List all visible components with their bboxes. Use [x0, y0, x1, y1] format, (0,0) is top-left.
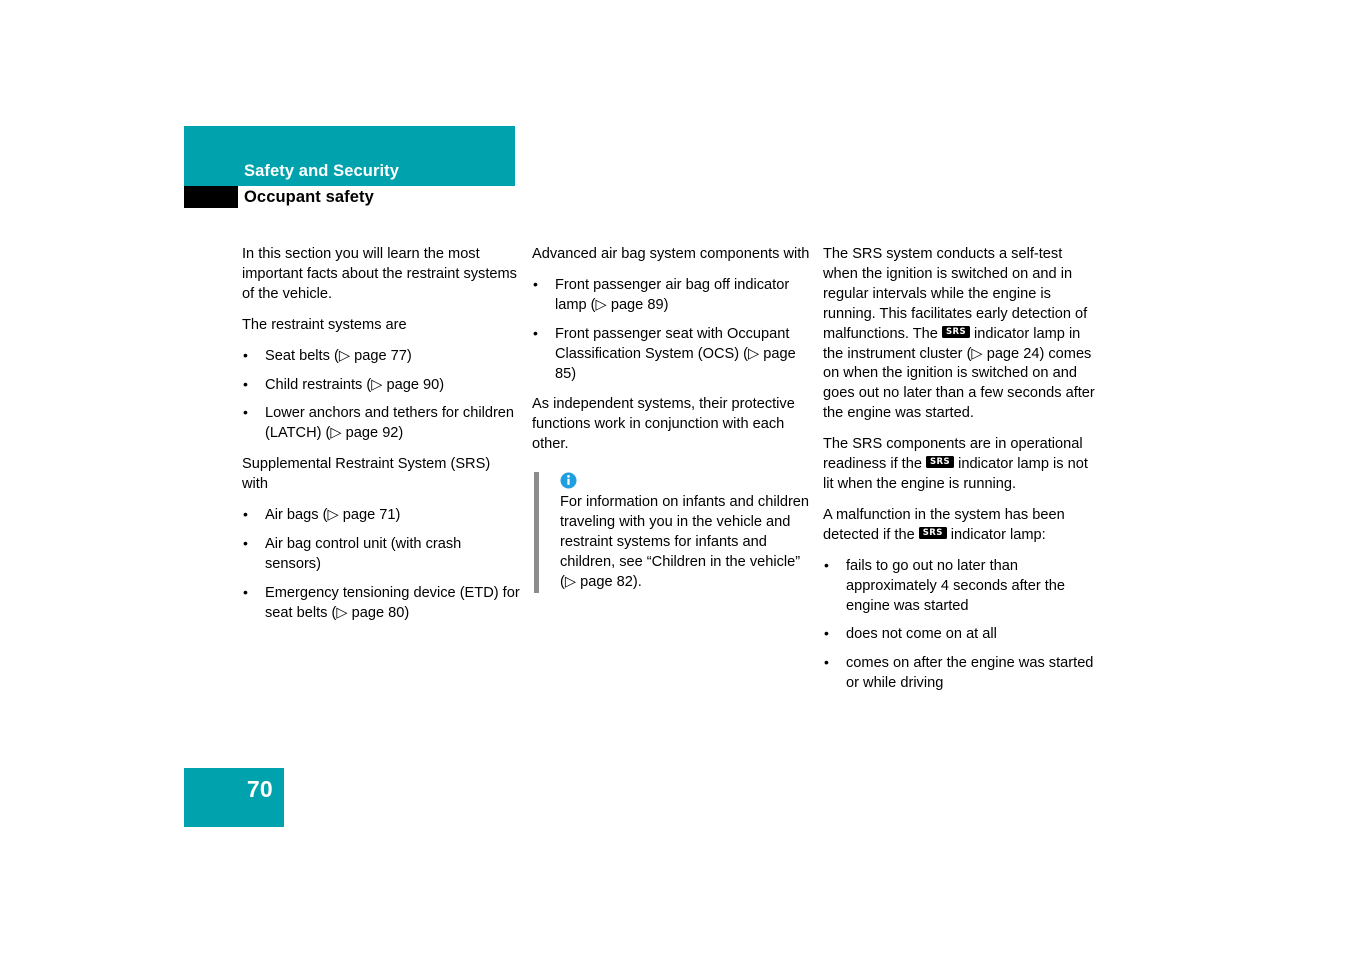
srs-readiness-paragraph: The SRS components are in operational re…	[823, 435, 1101, 495]
srs-malfunction-paragraph: A malfunction in the system has been det…	[823, 506, 1101, 546]
restraint-systems-lead: The restraint systems are	[242, 316, 407, 333]
list-item: does not come on at all	[823, 624, 1101, 645]
chapter-title: Safety and Security	[244, 162, 400, 180]
section-title: Occupant safety	[244, 188, 374, 206]
srs-indicator-badge: SRS	[918, 527, 947, 539]
srs-lead: Supplemental Restraint System (SRS) with	[242, 456, 491, 493]
list-item: Front passenger air bag off indicator la…	[532, 275, 810, 316]
independent-systems-paragraph: As independent systems, their protective…	[532, 396, 795, 453]
section-marker-block	[184, 186, 238, 208]
list-item: Air bag control unit (with crash sensors…	[242, 534, 520, 575]
srs-indicator-badge: SRS	[926, 456, 955, 468]
text-column-3: The SRS system conducts a self-test when…	[823, 245, 1101, 705]
note-side-rule	[534, 472, 539, 593]
srs-selftest-paragraph: The SRS system conducts a self-test when…	[823, 245, 1101, 424]
info-circle-icon	[560, 472, 577, 489]
list-item: comes on after the engine was started or…	[823, 653, 1101, 694]
info-note-text: For information on infants and children …	[560, 494, 810, 590]
srs-malfunction-text-b: indicator lamp:	[946, 526, 1046, 543]
text-column-1: In this section you will learn the most …	[242, 245, 520, 635]
restraint-systems-list: Seat belts (▷ page 77) Child restraints …	[242, 346, 520, 445]
list-item: fails to go out no later than approximat…	[823, 556, 1101, 617]
text-column-2: Advanced air bag system components with …	[532, 245, 810, 593]
info-note-box: For information on infants and children …	[534, 472, 810, 593]
list-item: Child restraints (▷ page 90)	[242, 375, 520, 396]
list-item: Seat belts (▷ page 77)	[242, 346, 520, 367]
intro-paragraph: In this section you will learn the most …	[242, 246, 517, 302]
list-item: Air bags (▷ page 71)	[242, 505, 520, 526]
list-item: Front passenger seat with Occupant Class…	[532, 324, 810, 385]
srs-malfunction-list: fails to go out no later than approximat…	[823, 556, 1101, 694]
list-item: Lower anchors and tethers for children (…	[242, 403, 520, 444]
page-number-block: 70	[184, 768, 284, 827]
advanced-airbag-list: Front passenger air bag off indicator la…	[532, 275, 810, 385]
chapter-header-band: Safety and Security	[184, 126, 515, 186]
srs-indicator-badge: SRS	[941, 326, 970, 338]
srs-components-list: Air bags (▷ page 71) Air bag control uni…	[242, 505, 520, 624]
advanced-airbag-lead: Advanced air bag system components with	[532, 246, 810, 262]
list-item: Emergency tensioning device (ETD) for se…	[242, 583, 520, 624]
page-number: 70	[246, 776, 273, 802]
